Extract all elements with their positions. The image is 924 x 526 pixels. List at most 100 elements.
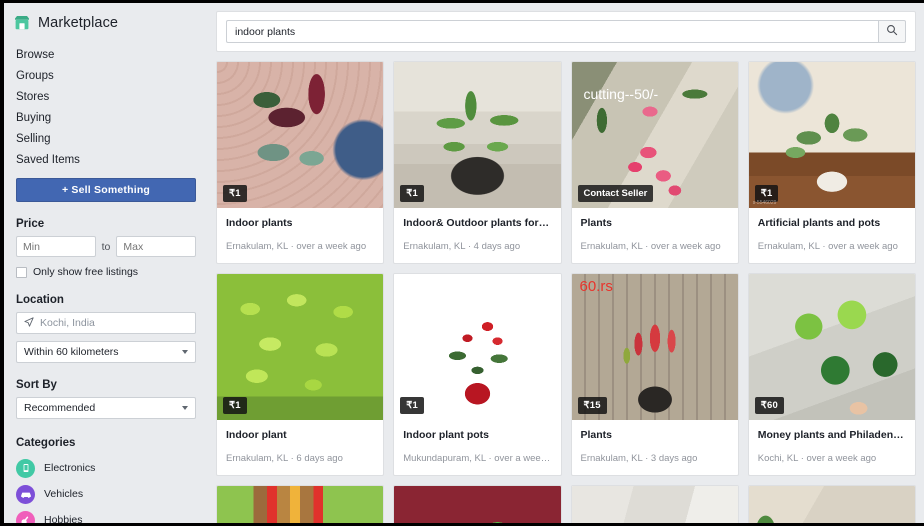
seedling-on-maroon-wall [394,486,561,523]
location-filter: Location Kochi, India Within 60 kilomete… [4,294,208,363]
listing-meta: Ernakulam, KL · 4 days ago [403,241,521,253]
listing-card[interactable]: ₹1 Indoor plant Ernakulam, KL · 6 days a… [216,273,385,477]
storefront-icon [13,14,31,32]
sort-heading: Sort By [16,379,57,391]
price-heading: Price [16,218,45,230]
listing-meta: Ernakulam, KL · over a week ago [757,241,898,253]
listing-photo: ₹1 s-5546029 [748,62,915,208]
location-input[interactable]: Kochi, India [16,312,196,334]
sort-select[interactable]: Recommended [16,397,196,419]
sidebar-item-groups[interactable]: Groups [14,65,208,86]
listing-photo: ₹1 [394,274,561,421]
sidebar-item-saved-items[interactable]: Saved Items [14,149,208,170]
price-badge: ₹60 [754,397,784,415]
price-badge: ₹1 [223,185,247,202]
radius-value: Within 60 kilometers [24,346,119,358]
sidebar-item-selling[interactable]: Selling [14,128,208,149]
price-badge: ₹1 [400,397,424,415]
sort-filter: Sort By Recommended [4,379,208,419]
radius-select[interactable]: Within 60 kilometers [16,341,196,363]
sell-something-button[interactable]: + Sell Something [16,178,196,202]
price-badge: ₹15 [577,397,607,415]
listing-photo: ₹1 [217,62,384,208]
categories-heading: Categories [16,437,76,449]
listing-meta: Ernakulam, KL · 3 days ago [580,453,698,465]
contact-seller-badge[interactable]: Contact Seller [577,185,654,202]
marketplace-window: Marketplace Browse Groups Stores Buying … [0,0,924,526]
pink-hibiscus-flowers [748,486,915,523]
chevron-down-icon [182,406,188,410]
listing-photo [571,486,738,523]
listing-card[interactable]: ₹1 Indoor& Outdoor plants for sale Ernak… [393,61,562,265]
listing-photo: ₹1 [217,274,384,421]
image-overlay-text: cutting--50/- [583,86,659,102]
listing-title: Indoor plants [226,217,293,229]
phone-icon [16,458,35,478]
image-watermark: s-5546029 [752,200,777,206]
search-button[interactable] [878,20,906,43]
listing-photo [217,486,384,523]
listing-info: Indoor plant pots Mukundapuram, KL · ove… [394,420,560,475]
listing-info: Money plants and Philadendron Kochi, KL … [749,420,915,475]
listing-card[interactable] [747,485,916,523]
marketplace-title: Marketplace [38,15,119,31]
search-input[interactable] [226,20,878,43]
location-heading: Location [16,294,64,306]
guitar-icon [16,510,35,523]
listing-meta: Kochi, KL · over a week ago [757,453,877,465]
listing-card[interactable]: ₹60 Money plants and Philadendron Kochi,… [747,273,916,477]
category-label: Electronics [44,461,96,474]
price-badge: ₹1 [400,185,424,202]
listing-info: Artificial plants and pots Ernakulam, KL… [749,208,915,263]
plant-stem-on-white-wall [571,486,738,523]
listing-title: Indoor plant pots [403,429,489,442]
location-value: Kochi, India [40,317,95,329]
garden-with-red-hanging-decor [217,486,384,523]
car-icon [16,484,35,504]
marketplace-brand: Marketplace [4,11,208,32]
listing-title: Indoor plant [226,429,287,442]
sort-value: Recommended [24,402,96,414]
listing-photo: ₹60 [748,274,915,421]
listing-info: Indoor plant Ernakulam, KL · 6 days ago [217,420,383,475]
listing-card[interactable] [216,485,385,523]
sidebar-item-browse[interactable]: Browse [14,44,208,65]
listing-title: Artificial plants and pots [757,217,881,229]
image-overlay-text: 60.rs [579,278,613,296]
listing-title: Indoor& Outdoor plants for sale [403,217,552,229]
listing-card[interactable]: ₹1 Indoor plant pots Mukundapuram, KL · … [393,273,562,477]
category-vehicles[interactable]: Vehicles [4,481,208,507]
listing-title: Money plants and Philadendron [757,429,906,442]
listing-card[interactable]: 60.rs ₹15 Plants Ernakulam, KL · 3 days … [570,273,739,477]
listing-photo: cutting--50/- Contact Seller [571,62,738,208]
category-hobbies[interactable]: Hobbies [4,507,208,523]
sidebar: Marketplace Browse Groups Stores Buying … [4,3,208,523]
listing-card[interactable]: ₹1 s-5546029 Artificial plants and pots … [747,61,916,265]
price-to-label: to [101,240,111,253]
listing-card[interactable]: cutting--50/- Contact Seller Plants Erna… [570,61,739,265]
listing-title: Plants [580,429,613,442]
listing-meta: Ernakulam, KL · over a week ago [580,241,721,253]
listing-card[interactable] [393,485,562,523]
chevron-down-icon [182,350,188,354]
listing-photo [748,486,915,523]
category-electronics[interactable]: Electronics [4,455,208,481]
sidebar-item-stores[interactable]: Stores [14,86,208,107]
listing-info: Plants Ernakulam, KL · over a week ago [572,208,738,263]
listing-photo: 60.rs ₹15 [571,274,738,421]
listings-grid: ₹1 Indoor plants Ernakulam, KL · over a … [216,61,916,523]
free-listings-label: Only show free listings [33,266,139,278]
listing-info: Plants Ernakulam, KL · 3 days ago [572,420,738,475]
listing-card[interactable]: ₹1 Indoor plants Ernakulam, KL · over a … [216,61,385,265]
listing-card[interactable] [570,485,739,523]
price-min-input[interactable] [16,236,96,257]
free-listings-row[interactable]: Only show free listings [16,266,196,278]
navigation-arrow-icon [24,314,34,332]
sidebar-item-buying[interactable]: Buying [14,107,208,128]
listing-info: Indoor plants Ernakulam, KL · over a wee… [217,208,383,263]
free-listings-checkbox[interactable] [16,266,27,278]
price-max-input[interactable] [116,236,197,257]
sidebar-nav: Browse Groups Stores Buying Selling Save… [4,44,208,170]
category-label: Hobbies [44,513,83,523]
listing-photo: ₹1 [394,62,561,208]
